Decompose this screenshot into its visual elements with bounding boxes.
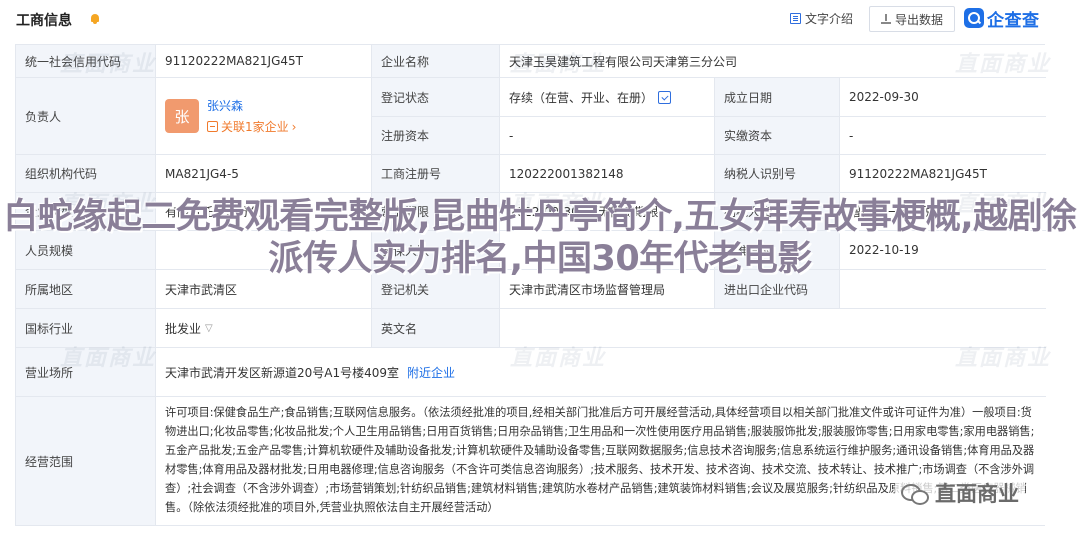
insured-label: 参保人数 (372, 231, 500, 270)
legal-rep-card: 张 张兴森 关联1家企业 › (156, 78, 372, 155)
qichacha-logo[interactable]: 企查查 (964, 6, 1040, 31)
reg-capital-label: 注册资本 (372, 117, 500, 155)
company-type-value: 有限责任公司分公司 (156, 193, 372, 231)
term-value: 2022-09-30 至 无固定期限 (500, 193, 715, 231)
reg-status-value: 存续（在营、开业、在册） (509, 90, 654, 105)
founded-value: 2022-09-30 (840, 78, 1046, 117)
import-export-value (840, 270, 1046, 309)
wechat-account-name: 直面商业 (935, 482, 1019, 506)
org-code-value: MA821JG4-5 (156, 155, 372, 193)
document-icon (790, 13, 801, 24)
industry-label: 国标行业 (16, 309, 156, 348)
nearby-companies-link[interactable]: 附近企业 (407, 364, 455, 381)
reg-capital-value: - (500, 117, 715, 155)
reg-status-label: 登记状态 (372, 78, 500, 117)
region-value: 天津市武清区 (156, 270, 372, 309)
taxpayer-id-value: 91120222MA821JG45T (840, 155, 1046, 193)
insured-value (500, 231, 715, 270)
credit-code-value: 91120222MA821JG45T (156, 45, 372, 78)
founded-label: 成立日期 (715, 78, 840, 117)
section-title: 工商信息 (16, 13, 72, 29)
related-companies-link[interactable]: 关联1家企业 › (207, 118, 296, 135)
text-intro-label: 文字介绍 (805, 12, 854, 26)
text-intro-link[interactable]: 文字介绍 (790, 10, 853, 27)
section-header: 工商信息 文字介绍 导出数据 企查查 (0, 0, 1080, 40)
logo-text: 企查查 (987, 10, 1040, 31)
export-icon (880, 13, 891, 25)
term-label: 营业期限 (372, 193, 500, 231)
avatar[interactable]: 张 (165, 99, 199, 133)
region-label: 所属地区 (16, 270, 156, 309)
industry-value: 批发业 (165, 321, 202, 336)
related-companies-label: 关联1家企业 (221, 120, 289, 134)
chevron-down-icon: ▽ (205, 322, 213, 334)
scope-label: 经营范围 (16, 397, 156, 525)
staff-size-value (156, 231, 372, 270)
company-name-value: 天津玉昊建筑工程有限公司天津第三分公司 (500, 45, 1046, 78)
export-data-button[interactable]: 导出数据 (869, 6, 955, 32)
import-export-label: 进出口企业代码 (715, 270, 840, 309)
business-info-table: 统一社会信用代码 91120222MA821JG45T 企业名称 天津玉昊建筑工… (15, 44, 1046, 526)
logo-search-icon (964, 8, 984, 28)
address-label: 营业场所 (16, 348, 156, 397)
legal-rep-name-link[interactable]: 张兴森 (207, 97, 296, 114)
reg-status-cell: 存续（在营、开业、在册） (500, 78, 715, 117)
authority-label: 登记机关 (372, 270, 500, 309)
english-name-value (500, 309, 1046, 348)
company-icon (207, 121, 218, 132)
bell-icon[interactable] (88, 12, 102, 26)
approval-date-label: 核准日期 (715, 231, 840, 270)
paid-capital-value: - (840, 117, 1046, 155)
wechat-account-badge: 直面商业 (895, 476, 1025, 510)
company-name-label: 企业名称 (372, 45, 500, 78)
taxpayer-id-label: 纳税人识别号 (715, 155, 840, 193)
industry-cell[interactable]: 批发业 ▽ (156, 309, 372, 348)
company-type-label: 企业类型 (16, 193, 156, 231)
verified-icon[interactable] (658, 90, 672, 104)
approval-date-value: 2022-10-19 (840, 231, 1046, 270)
credit-code-label: 统一社会信用代码 (16, 45, 156, 78)
biz-reg-no-value: 120222001382148 (500, 155, 715, 193)
address-cell: 天津市武清开发区新源道20号A1号楼409室 附近企业 (156, 348, 1046, 397)
authority-value: 天津市武清区市场监督管理局 (500, 270, 715, 309)
chevron-right-icon: › (291, 119, 297, 134)
taxpayer-qual-label: 纳税人资质 (715, 193, 840, 231)
legal-rep-label: 负责人 (16, 78, 156, 155)
org-code-label: 组织机构代码 (16, 155, 156, 193)
taxpayer-qual-value: 增值税一般纳税人 (840, 193, 1046, 231)
biz-reg-no-label: 工商注册号 (372, 155, 500, 193)
english-name-label: 英文名 (372, 309, 500, 348)
export-data-label: 导出数据 (894, 12, 943, 27)
wechat-icon (901, 482, 929, 505)
paid-capital-label: 实缴资本 (715, 117, 840, 155)
address-value: 天津市武清开发区新源道20号A1号楼409室 (165, 365, 400, 380)
staff-size-label: 人员规模 (16, 231, 156, 270)
